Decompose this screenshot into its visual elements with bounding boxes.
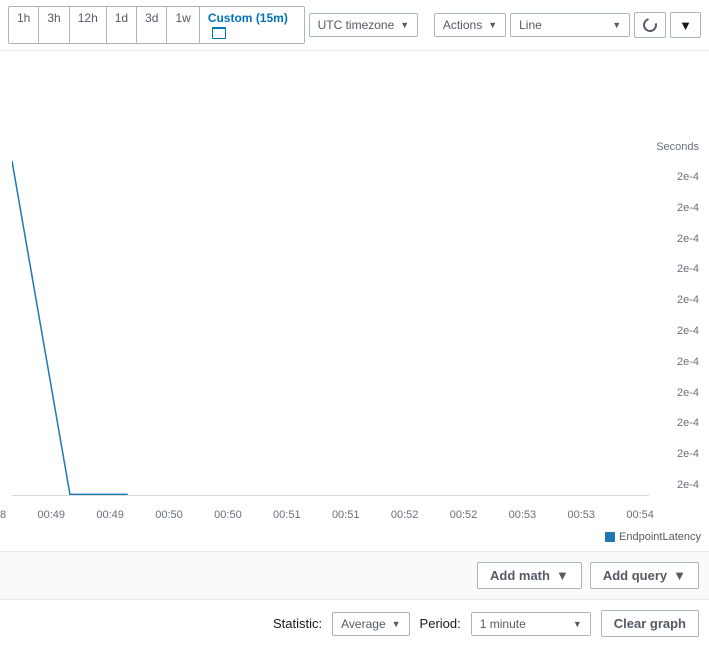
range-3h[interactable]: 3h	[39, 7, 69, 43]
range-12h[interactable]: 12h	[70, 7, 107, 43]
y-tick: 2e-4	[677, 417, 699, 429]
add-query-button[interactable]: Add query ▼	[590, 562, 699, 589]
chevron-down-icon: ▼	[488, 20, 497, 30]
y-tick: 2e-4	[677, 356, 699, 368]
y-tick: 2e-4	[677, 294, 699, 306]
y-tick: 2e-4	[677, 479, 699, 491]
statistics-row: Statistic: Average ▼ Period: 1 minute ▼ …	[0, 599, 709, 647]
x-tick: 00:50	[155, 509, 183, 521]
y-tick: 2e-4	[677, 448, 699, 460]
chevron-down-icon: ▼	[392, 619, 401, 629]
period-dropdown[interactable]: 1 minute ▼	[471, 612, 591, 636]
time-range-toolbar: 1h 3h 12h 1d 3d 1w Custom (15m) UTC time…	[0, 0, 709, 51]
y-axis-unit: Seconds	[656, 141, 699, 153]
time-range-presets: 1h 3h 12h 1d 3d 1w Custom (15m)	[8, 6, 305, 44]
y-tick: 2e-4	[677, 171, 699, 183]
y-tick: 2e-4	[677, 263, 699, 275]
x-tick: 00:54	[626, 509, 654, 521]
legend-label: EndpointLatency	[619, 531, 701, 543]
x-tick: 00:51	[332, 509, 360, 521]
chevron-down-icon: ▼	[673, 568, 686, 583]
range-1h[interactable]: 1h	[9, 7, 39, 43]
legend-swatch	[605, 532, 615, 542]
timezone-label: UTC timezone	[318, 18, 395, 32]
y-tick: 2e-4	[677, 387, 699, 399]
range-1w[interactable]: 1w	[167, 7, 199, 43]
y-axis-ticks: 2e-4 2e-4 2e-4 2e-4 2e-4 2e-4 2e-4 2e-4 …	[677, 171, 699, 491]
x-tick: 00:53	[568, 509, 596, 521]
clear-graph-button[interactable]: Clear graph	[601, 610, 699, 637]
x-tick: 00:50	[214, 509, 242, 521]
chart-actions-row: Add math ▼ Add query ▼	[0, 551, 709, 599]
x-tick: 00:53	[509, 509, 537, 521]
refresh-options-dropdown[interactable]: ▼	[670, 12, 701, 38]
x-tick: 8	[0, 509, 6, 521]
statistic-dropdown[interactable]: Average ▼	[332, 612, 409, 636]
chart-type-dropdown[interactable]: Line ▼	[510, 13, 630, 37]
period-value: 1 minute	[480, 617, 526, 631]
statistic-value: Average	[341, 617, 385, 631]
actions-dropdown[interactable]: Actions ▼	[434, 13, 506, 37]
y-tick: 2e-4	[677, 325, 699, 337]
y-tick: 2e-4	[677, 233, 699, 245]
statistic-label: Statistic:	[273, 616, 322, 631]
refresh-button[interactable]	[634, 12, 666, 38]
x-tick: 00:52	[450, 509, 478, 521]
line-chart-svg	[12, 161, 649, 496]
y-tick: 2e-4	[677, 202, 699, 214]
chevron-down-icon: ▼	[612, 20, 621, 30]
range-3d[interactable]: 3d	[137, 7, 167, 43]
refresh-icon	[641, 15, 660, 34]
x-tick: 00:52	[391, 509, 419, 521]
x-axis-ticks: 8 00:49 00:49 00:50 00:50 00:51 00:51 00…	[0, 509, 654, 521]
range-custom[interactable]: Custom (15m)	[200, 7, 304, 43]
series-line	[12, 161, 128, 494]
clear-graph-label: Clear graph	[614, 616, 686, 631]
chart-type-label: Line	[519, 18, 542, 32]
x-tick: 00:49	[37, 509, 65, 521]
chart-plot[interactable]	[12, 161, 649, 496]
actions-label: Actions	[443, 18, 482, 32]
timezone-dropdown[interactable]: UTC timezone ▼	[309, 13, 419, 37]
range-1d[interactable]: 1d	[107, 7, 137, 43]
calendar-icon	[212, 27, 226, 39]
x-tick: 00:51	[273, 509, 301, 521]
chart-legend: EndpointLatency	[605, 531, 701, 543]
range-custom-label: Custom (15m)	[208, 11, 288, 25]
add-query-label: Add query	[603, 568, 667, 583]
chevron-down-icon: ▼	[556, 568, 569, 583]
chevron-down-icon: ▼	[679, 18, 692, 33]
chart-area: Seconds 2e-4 2e-4 2e-4 2e-4 2e-4 2e-4 2e…	[0, 51, 709, 551]
add-math-label: Add math	[490, 568, 550, 583]
chevron-down-icon: ▼	[400, 20, 409, 30]
chevron-down-icon: ▼	[573, 619, 582, 629]
add-math-button[interactable]: Add math ▼	[477, 562, 582, 589]
x-tick: 00:49	[96, 509, 124, 521]
period-label: Period:	[420, 616, 461, 631]
